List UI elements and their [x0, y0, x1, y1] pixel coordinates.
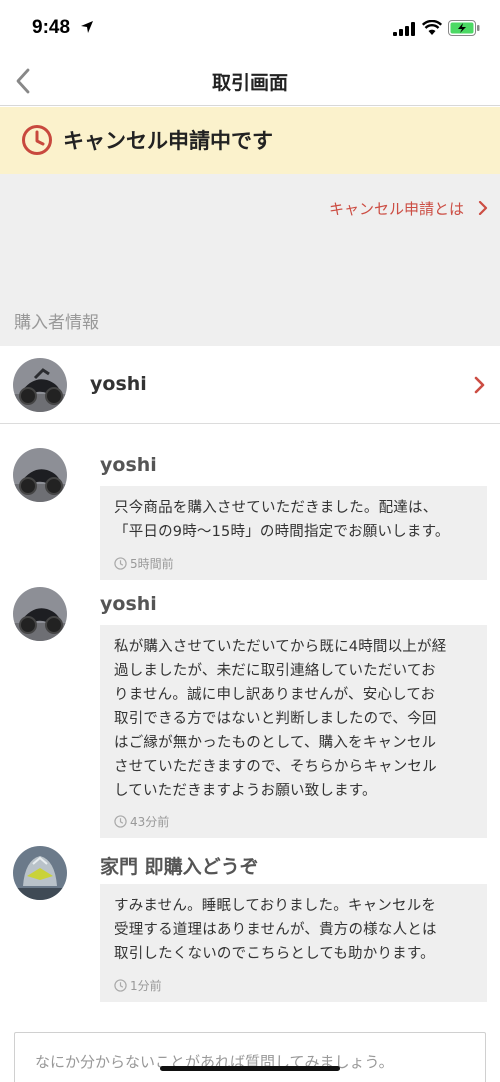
cancel-request-banner: キャンセル申請中です [0, 107, 500, 174]
info-area: キャンセル申請とは 購入者情報 [0, 174, 500, 346]
clock-icon [114, 557, 127, 570]
message-time-text: 5時間前 [130, 557, 174, 571]
wifi-icon [422, 20, 442, 35]
message-text: すみません。睡眠しておりました。キャンセルを 受理する道理はありませんが、貴方の… [114, 898, 437, 962]
avatar [13, 846, 67, 900]
message-bubble: 只今商品を購入させていただきました。配達は、 「平日の9時〜15時」の時間指定で… [100, 486, 487, 580]
motorcycle-photo-icon [13, 358, 67, 412]
message-text: 只今商品を購入させていただきました。配達は、 「平日の9時〜15時」の時間指定で… [114, 500, 450, 540]
message-timestamp: 43分前 [114, 813, 169, 830]
message-time-text: 1分前 [130, 979, 162, 993]
banner-text: キャンセル申請中です [63, 129, 273, 153]
status-time: 9:48 [32, 17, 71, 38]
motorcycle-photo-icon [13, 587, 67, 641]
battery-charging-icon [448, 20, 480, 36]
home-indicator [160, 1066, 340, 1071]
chevron-right-icon[interactable] [474, 376, 486, 394]
status-bar: 9:48 [0, 0, 500, 58]
avatar [13, 587, 67, 641]
message-bubble: すみません。睡眠しておりました。キャンセルを 受理する道理はありませんが、貴方の… [100, 884, 487, 1002]
buyer-name: yoshi [90, 373, 147, 395]
cancel-info-link[interactable]: キャンセル申請とは [329, 198, 464, 219]
robot-photo-icon [13, 846, 67, 900]
buyer-section-label: 購入者情報 [14, 313, 99, 333]
navigation-bar: 取引画面 [0, 58, 500, 106]
message-sender-name: yoshi [100, 593, 157, 615]
message-input[interactable]: なにか分からないことがあれば質問してみましょう。 [14, 1032, 486, 1082]
message-timestamp: 1分前 [114, 977, 162, 994]
cellular-signal-icon [393, 22, 415, 36]
chevron-right-icon[interactable] [478, 201, 488, 215]
message-sender-name: 家門 即購入どうぞ [100, 856, 259, 878]
message-text: 私が購入させていただいてから既に4時間以上が経 過しましたが、未だに取引連絡して… [114, 639, 447, 799]
location-arrow-icon [81, 21, 93, 33]
avatar [13, 358, 67, 412]
message-bubble: 私が購入させていただいてから既に4時間以上が経 過しましたが、未だに取引連絡して… [100, 625, 487, 838]
message-time-text: 43分前 [130, 815, 170, 829]
motorcycle-photo-icon [13, 448, 67, 502]
message-timestamp: 5時間前 [114, 555, 174, 572]
message-sender-name: yoshi [100, 454, 157, 476]
avatar [13, 448, 67, 502]
clock-icon [22, 125, 52, 155]
clock-icon [114, 815, 127, 828]
clock-icon [114, 979, 127, 992]
page-title: 取引画面 [211, 72, 288, 94]
buyer-info-row[interactable]: yoshi [0, 346, 500, 424]
